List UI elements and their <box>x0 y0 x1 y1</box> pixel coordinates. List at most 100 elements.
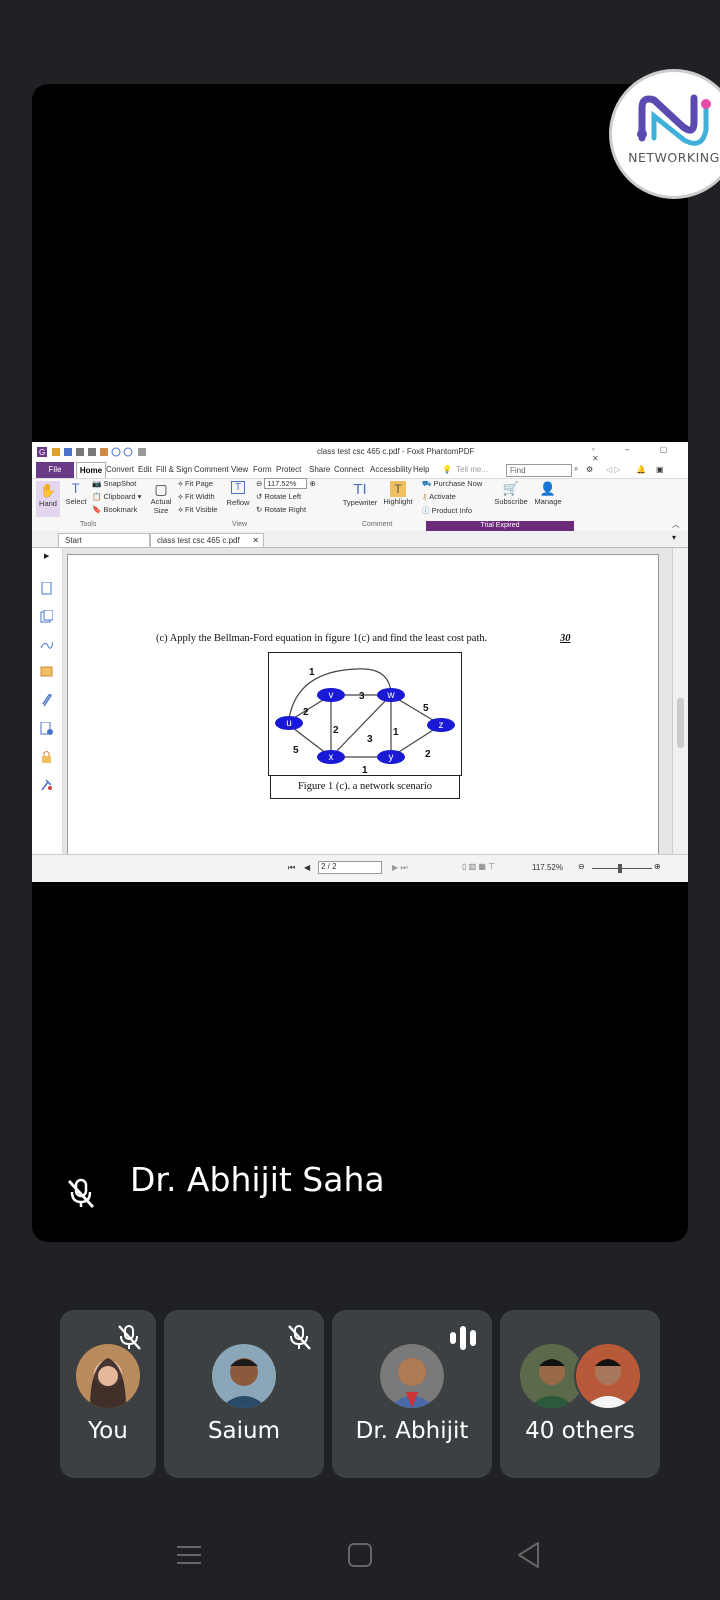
vertical-scrollbar[interactable] <box>672 548 688 854</box>
zoom-in-status-icon[interactable]: ⊕ <box>654 862 661 871</box>
label-w-z: 5 <box>423 703 429 714</box>
next-page-icon[interactable]: ▶ ⏭ <box>392 863 408 873</box>
accessibility-icon[interactable] <box>40 778 53 791</box>
hand-tool-button[interactable]: ✋ Hand <box>36 481 60 517</box>
actual-size-button[interactable]: ▢ Actual Size <box>148 481 174 515</box>
signature-icon[interactable] <box>40 638 53 651</box>
purchase-now-button[interactable]: ⛟ Purchase Now <box>422 479 482 489</box>
comments-icon[interactable] <box>40 666 53 679</box>
zoom-slider[interactable] <box>592 864 652 873</box>
home-icon[interactable] <box>345 1540 375 1570</box>
zoom-select[interactable]: 117.52% <box>264 478 308 489</box>
menu-edit[interactable]: Edit <box>138 465 152 474</box>
menu-form[interactable]: Form <box>253 465 272 474</box>
menu-comment[interactable]: Comment <box>194 465 229 474</box>
close-tab-icon[interactable]: ✕ <box>252 534 259 547</box>
node-y: y <box>389 752 394 763</box>
settings-icon[interactable]: ⚙ <box>586 465 593 474</box>
layers-icon[interactable] <box>40 610 53 623</box>
badge-label: NETWORKING <box>628 150 720 165</box>
tab-document[interactable]: class test csc 465 c.pdf ✕ <box>150 533 264 547</box>
avatar-other-1-image <box>520 1344 584 1408</box>
participant-tile-saium[interactable]: Saium <box>164 1310 324 1478</box>
menu-convert[interactable]: Convert <box>106 465 134 474</box>
participant-tile-others[interactable]: 40 others <box>500 1310 660 1478</box>
find-input[interactable]: Find <box>506 464 572 477</box>
typewriter-button[interactable]: TI Typewriter <box>340 481 380 507</box>
activate-button[interactable]: ⚷ Activate <box>422 492 456 501</box>
tab-start[interactable]: Start <box>58 533 150 547</box>
menu-view[interactable]: View <box>231 465 248 474</box>
status-bar: ⏮ ◀ 2 / 2 ▶ ⏭ ▯ ▥ ▦ ⊤ 117.52% ⊖ ⊕ <box>32 854 688 882</box>
document-check-icon[interactable] <box>40 722 53 735</box>
reflow-button[interactable]: T Reflow <box>226 481 250 507</box>
scroll-thumb[interactable] <box>677 698 684 748</box>
user-icon[interactable]: ▣ <box>656 465 664 474</box>
bookmark-button[interactable]: 🔖 Bookmark <box>92 505 137 514</box>
window-controls[interactable]: ▫ – ▢ ✕ <box>592 445 688 463</box>
fit-page-button[interactable]: ⟡ Fit Page <box>178 479 213 489</box>
product-info-button[interactable]: ⓘ Product Info <box>422 505 472 516</box>
nav-arrows[interactable]: ◁ ▷ <box>606 465 621 474</box>
bookmark-icon: 🔖 <box>92 505 102 514</box>
recents-icon[interactable] <box>174 1540 204 1570</box>
menu-accessibility[interactable]: Accessbility <box>370 465 412 474</box>
lock-icon[interactable] <box>40 750 53 763</box>
participant-tile-you[interactable]: You <box>60 1310 156 1478</box>
participant-tile-dr-abhijit[interactable]: Dr. Abhijit <box>332 1310 492 1478</box>
avatar-other-2-image <box>576 1344 640 1408</box>
page-thumbnails-icon[interactable] <box>40 582 53 595</box>
highlight-button[interactable]: T Highlight <box>381 481 415 506</box>
view-mode-icons[interactable]: ▯ ▥ ▦ ⊤ <box>462 862 495 871</box>
label-v-x: 2 <box>333 725 339 736</box>
tabs-dropdown-icon[interactable]: ▾ <box>672 533 676 542</box>
info-icon: ⓘ <box>422 506 430 515</box>
menu-file[interactable]: File <box>36 462 74 478</box>
node-w: w <box>386 690 395 701</box>
menu-help[interactable]: Help <box>413 465 429 474</box>
snapshot-button[interactable]: 📷 SnapShot <box>92 479 136 488</box>
node-x: x <box>329 752 334 763</box>
search-icon[interactable]: ⌕ <box>574 464 578 474</box>
question-text: (c) Apply the Bellman-Ford equation in f… <box>156 633 488 644</box>
menu-share[interactable]: Share <box>309 465 330 474</box>
bell-icon[interactable]: 🔔 <box>636 465 646 474</box>
node-u: u <box>286 718 292 729</box>
zoom-control[interactable]: ⊖ 117.52% ⊕ <box>256 478 316 489</box>
node-z: z <box>439 720 444 731</box>
zoom-out-icon[interactable]: ⊖ <box>256 479 262 488</box>
shared-screen: G class test csc 465 c.pdf - Foxit Phant… <box>32 442 688 882</box>
zoom-out-status-icon[interactable]: ⊖ <box>578 862 585 871</box>
clipboard-label: Clipboard <box>103 492 136 501</box>
zoom-in-icon[interactable]: ⊕ <box>310 479 316 488</box>
speaking-indicator-icon <box>450 1326 476 1350</box>
fit-visible-label: Fit Visible <box>185 505 218 514</box>
camera-icon: 📷 <box>92 479 102 488</box>
select-tool-button[interactable]: Ꭲ Select <box>63 481 89 506</box>
back-icon[interactable] <box>514 1540 544 1570</box>
rotate-left-button[interactable]: ↺ Rotate Left <box>256 492 301 501</box>
system-navigation-bar <box>0 1520 720 1600</box>
page-number-field[interactable]: 2 / 2 <box>318 861 382 874</box>
quick-access-icons[interactable] <box>52 447 172 457</box>
menu-protect[interactable]: Protect <box>276 465 301 474</box>
label-y-z: 2 <box>425 749 431 760</box>
fit-width-button[interactable]: ⟡ Fit Width <box>178 492 215 502</box>
tell-me[interactable]: Tell me... <box>456 465 488 474</box>
subscribe-button[interactable]: 🛒 Subscribe <box>494 481 528 506</box>
manage-button[interactable]: 👤 Manage <box>532 481 564 506</box>
expand-panel-icon[interactable]: ▶ <box>44 552 49 560</box>
menu-connect[interactable]: Connect <box>334 465 364 474</box>
menu-home[interactable]: Home <box>76 462 106 479</box>
label-v-w: 3 <box>359 691 365 702</box>
document-viewer[interactable]: (c) Apply the Bellman-Ford equation in f… <box>63 548 672 855</box>
first-page-icon[interactable]: ⏮ <box>288 863 295 873</box>
attachment-icon[interactable] <box>40 694 53 707</box>
prev-page-icon[interactable]: ◀ <box>304 863 310 872</box>
collapse-ribbon-icon[interactable]: ︿ <box>672 519 680 530</box>
clipboard-button[interactable]: 📋 Clipboard ▾ <box>92 492 141 501</box>
zoom-slider-thumb[interactable] <box>618 864 622 873</box>
fit-visible-button[interactable]: ⟡ Fit Visible <box>178 505 217 515</box>
rotate-right-button[interactable]: ↻ Rotate Right <box>256 505 306 514</box>
menu-fill-sign[interactable]: Fill & Sign <box>156 465 192 474</box>
